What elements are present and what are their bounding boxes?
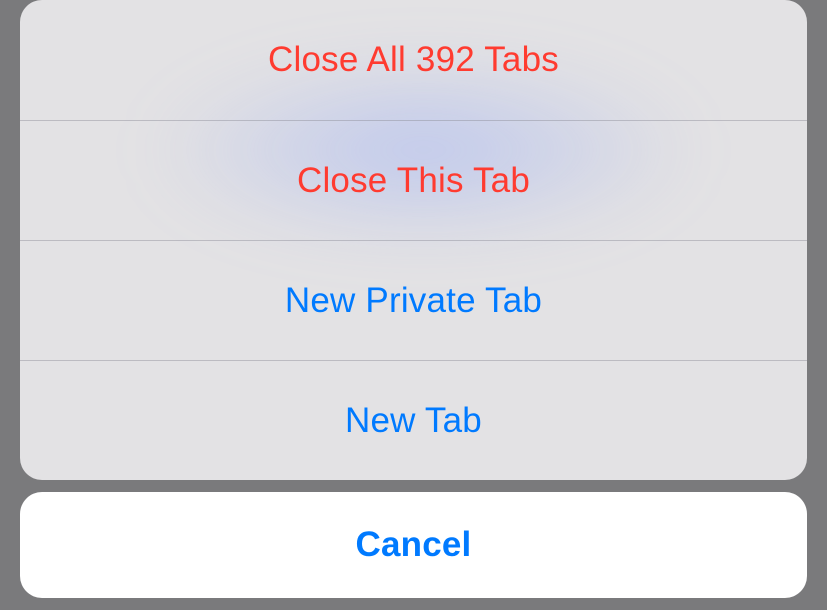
new-tab-button[interactable]: New Tab xyxy=(20,360,807,480)
cancel-button[interactable]: Cancel xyxy=(20,492,807,598)
action-sheet-cancel-group: Cancel xyxy=(20,492,807,598)
action-sheet-options-group: Close All 392 Tabs Close This Tab New Pr… xyxy=(20,0,807,480)
close-this-tab-button[interactable]: Close This Tab xyxy=(20,120,807,240)
close-all-tabs-button[interactable]: Close All 392 Tabs xyxy=(20,0,807,120)
action-sheet: Close All 392 Tabs Close This Tab New Pr… xyxy=(20,0,807,598)
new-private-tab-button[interactable]: New Private Tab xyxy=(20,240,807,360)
